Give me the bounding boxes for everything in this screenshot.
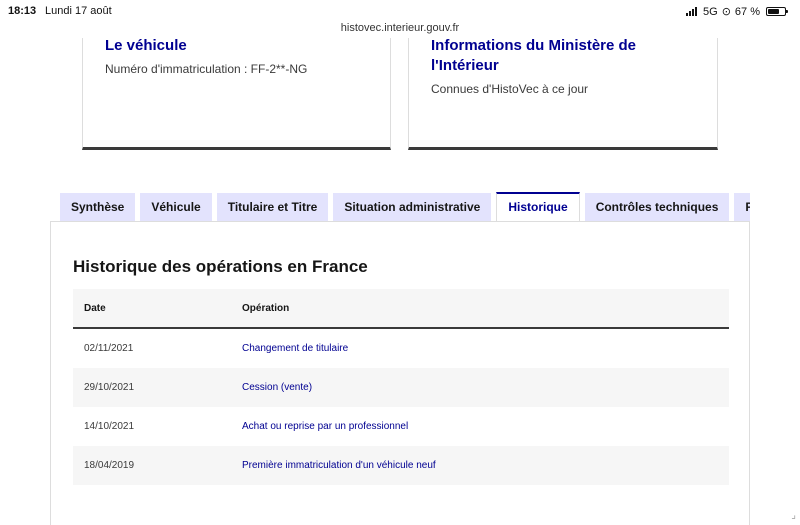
tab-titulaire-titre[interactable]: Titulaire et Titre	[216, 193, 329, 221]
vehicle-card-text: Numéro d'immatriculation : FF-2**-NG	[105, 62, 308, 76]
orientation-lock-icon: ⊙	[721, 6, 731, 18]
vehicle-card: Le véhicule Numéro d'immatriculation : F…	[82, 37, 391, 150]
section-title: Historique des opérations en France	[73, 257, 368, 276]
tab-historique[interactable]: Historique	[496, 192, 580, 222]
column-header-date: Date	[84, 302, 106, 314]
battery-fill	[768, 9, 779, 14]
row-date: 18/04/2019	[84, 460, 135, 471]
ministry-card-text: Connues d'HistoVec à ce jour	[431, 82, 589, 96]
row-date: 02/11/2021	[84, 343, 134, 354]
status-right: 5G ⊙ 67 %	[686, 5, 788, 18]
network-label: 5G	[703, 5, 718, 18]
vehicle-card-title: Le véhicule	[105, 37, 187, 54]
tab-situation-administrative[interactable]: Situation administrative	[333, 193, 492, 221]
tab-vehicule[interactable]: Véhicule	[140, 193, 212, 221]
signal-icon	[686, 7, 698, 16]
historique-panel: Historique des opérations en France Date…	[50, 221, 750, 525]
row-operation-link[interactable]: Cession (vente)	[242, 382, 729, 393]
row-operation-link[interactable]: Changement de titulaire	[242, 343, 729, 354]
row-date: 14/10/2021	[84, 421, 135, 432]
tab-rapport[interactable]: Rap	[734, 193, 750, 221]
status-date: Lundi 17 août	[45, 5, 112, 17]
status-bar: 18:13 Lundi 17 août 5G ⊙ 67 %	[0, 0, 800, 22]
resize-corner-icon: ⌟	[791, 510, 796, 521]
address-bar[interactable]: histovec.interieur.gouv.fr	[0, 22, 800, 34]
tab-synthese[interactable]: Synthèse	[60, 193, 136, 221]
table-header: Date Opération	[73, 289, 729, 329]
status-time: 18:13	[8, 5, 37, 17]
table-row: 29/10/2021 Cession (vente)	[73, 368, 729, 407]
table-row: 14/10/2021 Achat ou reprise par un profe…	[73, 407, 729, 446]
ministry-card: Informations du Ministère de l'Intérieur…	[408, 37, 718, 150]
row-operation-link[interactable]: Achat ou reprise par un professionnel	[242, 421, 729, 432]
tab-bar: Synthèse Véhicule Titulaire et Titre Sit…	[60, 192, 750, 222]
column-header-operation: Opération	[242, 302, 290, 314]
table-row: 18/04/2019 Première immatriculation d'un…	[73, 446, 729, 485]
battery-icon	[766, 7, 788, 16]
battery-percent: 67 %	[734, 5, 760, 18]
tab-controles-techniques[interactable]: Contrôles techniques	[584, 193, 730, 221]
row-operation-link[interactable]: Première immatriculation d'un véhicule n…	[242, 460, 729, 471]
table-row: 02/11/2021 Changement de titulaire	[73, 329, 729, 368]
operations-table: Date Opération 02/11/2021 Changement de …	[73, 289, 729, 485]
ministry-card-title: Informations du Ministère de l'Intérieur	[431, 37, 637, 74]
row-date: 29/10/2021	[84, 382, 135, 393]
